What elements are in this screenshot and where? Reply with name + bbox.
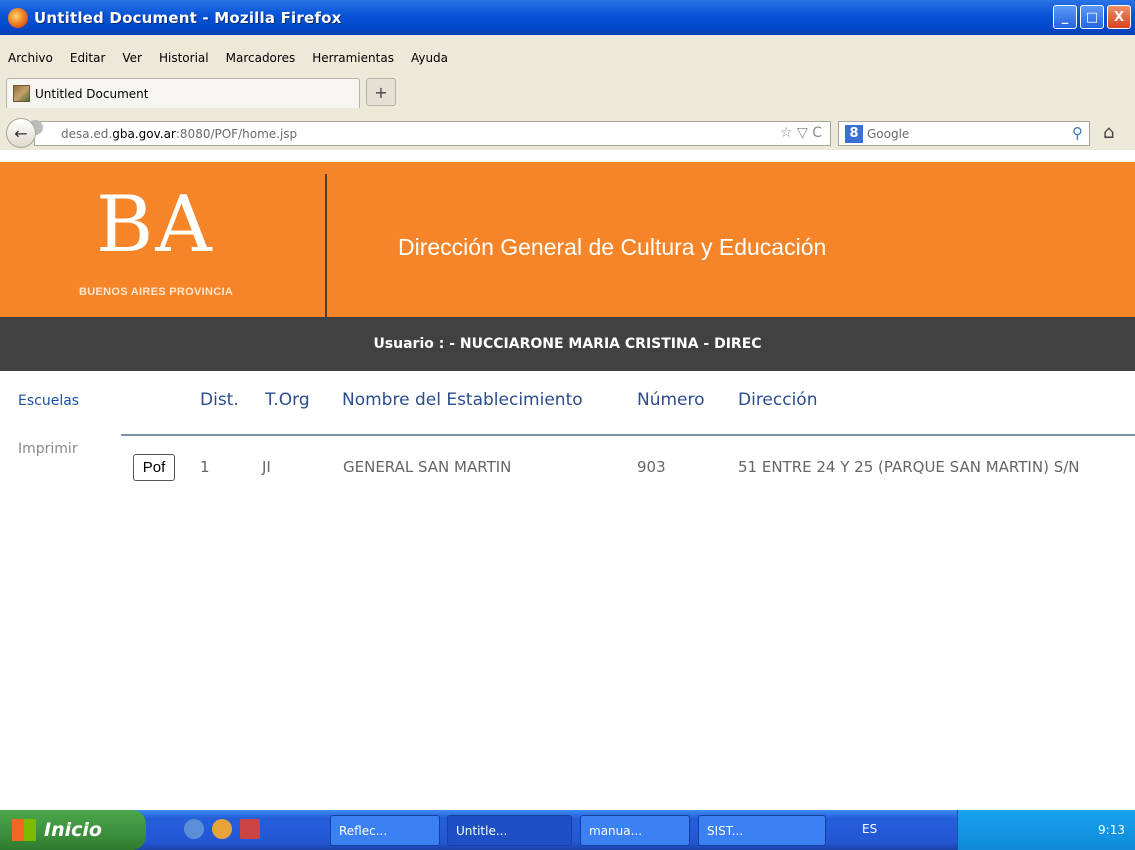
back-button[interactable]: ← bbox=[6, 118, 36, 148]
close-button[interactable]: X bbox=[1107, 5, 1131, 29]
clock[interactable]: 9:13 bbox=[1098, 823, 1125, 837]
navigation-bar: desa.ed. gba.gov.ar:8080/POF/home.jsp ☆ ▽… bbox=[0, 116, 1135, 150]
ba-logo-subtitle: BUENOS AIRES PROVINCIA bbox=[79, 286, 234, 298]
imprimir-link[interactable]: Imprimir bbox=[18, 441, 78, 457]
cell-numero: 903 bbox=[637, 458, 666, 476]
ba-logo: BA bbox=[96, 180, 214, 270]
url-prefix: desa.ed. bbox=[61, 126, 113, 141]
bookmark-star-reload-icons[interactable]: ☆ ▽ C bbox=[780, 125, 822, 141]
taskbar-item-sist[interactable]: SIST... bbox=[698, 815, 826, 846]
column-header-direccion: Dirección bbox=[738, 390, 818, 410]
column-header-numero: Número bbox=[637, 390, 705, 410]
taskbar-item-manual[interactable]: manua... bbox=[580, 815, 690, 846]
pof-button[interactable]: Pof bbox=[133, 454, 175, 481]
ie-quicklaunch-icon[interactable] bbox=[184, 819, 204, 839]
table-divider bbox=[121, 434, 1135, 436]
minimize-button[interactable]: _ bbox=[1053, 5, 1077, 29]
escuelas-link[interactable]: Escuelas bbox=[18, 393, 79, 409]
taskbar-item-firefox[interactable]: Untitle... bbox=[447, 815, 572, 846]
acrobat-quicklaunch-icon[interactable] bbox=[240, 819, 260, 839]
menu-ver[interactable]: Ver bbox=[122, 51, 142, 65]
home-icon[interactable]: ⌂ bbox=[1103, 122, 1114, 143]
tab-title: Untitled Document bbox=[35, 86, 149, 101]
cell-direccion: 51 ENTRE 24 Y 25 (PARQUE SAN MARTIN) S/N bbox=[738, 458, 1080, 476]
page-favicon-icon bbox=[13, 85, 30, 102]
url-suffix: :8080/POF/home.jsp bbox=[175, 126, 298, 141]
url-host: gba.gov.ar bbox=[112, 126, 176, 141]
tab-bar: Untitled Document + bbox=[0, 78, 1135, 110]
taskbar-item-reflection[interactable]: Reflec... bbox=[330, 815, 440, 846]
menu-marcadores[interactable]: Marcadores bbox=[226, 51, 296, 65]
windows-taskbar: Inicio Reflec... Untitle... manua... SIS… bbox=[0, 810, 1135, 850]
window-title: Untitled Document - Mozilla Firefox bbox=[34, 8, 342, 27]
header-title: Dirección General de Cultura y Educación bbox=[398, 234, 827, 260]
cell-nombre: GENERAL SAN MARTIN bbox=[343, 458, 512, 476]
start-label: Inicio bbox=[44, 819, 102, 841]
window-titlebar: Untitled Document - Mozilla Firefox _ □ … bbox=[0, 0, 1135, 35]
search-icon[interactable]: ⚲ bbox=[1072, 124, 1083, 142]
menu-ayuda[interactable]: Ayuda bbox=[411, 51, 448, 65]
tab-untitled-document[interactable]: Untitled Document bbox=[6, 78, 360, 108]
google-engine-icon[interactable]: 8 bbox=[845, 124, 863, 143]
system-tray: 9:13 bbox=[957, 810, 1135, 850]
column-header-dist: Dist. bbox=[200, 390, 239, 410]
menu-bar: Archivo Editar Ver Historial Marcadores … bbox=[0, 47, 1135, 68]
page-header: BA BUENOS AIRES PROVINCIA Dirección Gene… bbox=[0, 162, 1135, 317]
player-quicklaunch-icon[interactable] bbox=[212, 819, 232, 839]
menu-historial[interactable]: Historial bbox=[159, 51, 209, 65]
header-divider bbox=[325, 174, 327, 317]
url-bar[interactable]: desa.ed. gba.gov.ar:8080/POF/home.jsp ☆ ▽… bbox=[34, 121, 831, 146]
menu-herramientas[interactable]: Herramientas bbox=[312, 51, 394, 65]
cell-torg: JI bbox=[262, 458, 271, 476]
maximize-button[interactable]: □ bbox=[1080, 5, 1104, 29]
new-tab-button[interactable]: + bbox=[366, 78, 396, 106]
windows-flag-icon bbox=[12, 819, 36, 841]
window-controls: _ □ X bbox=[1053, 5, 1131, 29]
cell-dist: 1 bbox=[200, 458, 210, 476]
column-header-nombre: Nombre del Establecimiento bbox=[342, 390, 583, 410]
firefox-logo-icon bbox=[8, 7, 28, 28]
user-bar: Usuario : - NUCCIARONE MARIA CRISTINA - … bbox=[0, 317, 1135, 371]
menu-archivo[interactable]: Archivo bbox=[8, 51, 53, 65]
start-button[interactable]: Inicio bbox=[0, 810, 146, 850]
column-header-torg: T.Org bbox=[265, 390, 310, 410]
language-indicator[interactable]: ES bbox=[862, 822, 877, 836]
menu-editar[interactable]: Editar bbox=[70, 51, 106, 65]
search-engine-label: Google bbox=[867, 126, 910, 141]
search-bar[interactable]: 8 Google ⚲ bbox=[838, 121, 1090, 146]
